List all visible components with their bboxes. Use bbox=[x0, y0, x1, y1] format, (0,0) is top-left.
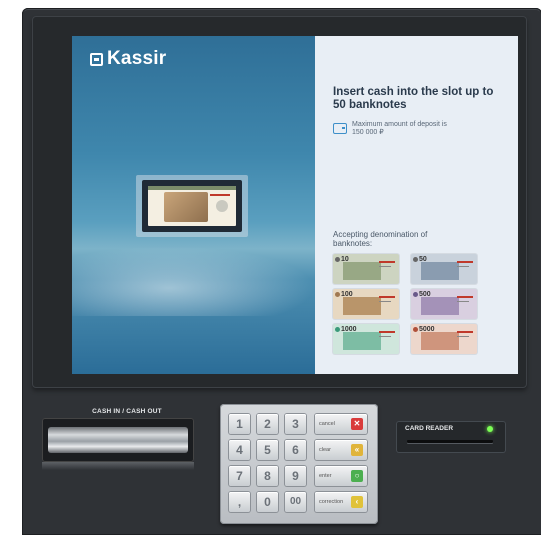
key-6[interactable]: 6 bbox=[285, 440, 306, 460]
banknote-500: 500 bbox=[411, 289, 477, 319]
correction-button[interactable]: correction ‹ bbox=[315, 492, 367, 512]
banknote-5000: 5000 bbox=[411, 324, 477, 354]
display-screen: Kassir Insert cash into the slot up to 5… bbox=[72, 36, 518, 374]
key-2[interactable]: 2 bbox=[257, 414, 278, 434]
banknote-10: 10 bbox=[333, 254, 399, 284]
key-3[interactable]: 3 bbox=[285, 414, 306, 434]
key-9[interactable]: 9 bbox=[285, 466, 306, 486]
cancel-icon: ✕ bbox=[351, 418, 363, 430]
key-8[interactable]: 8 bbox=[257, 466, 278, 486]
clear-icon: « bbox=[351, 444, 363, 456]
key-7[interactable]: 7 bbox=[229, 466, 250, 486]
cancel-button[interactable]: cancel ✕ bbox=[315, 414, 367, 434]
cash-slot[interactable] bbox=[42, 418, 194, 462]
instruction-title: Insert cash into the slot up to 50 bankn… bbox=[333, 86, 494, 111]
cash-slot-label: CASH IN / CASH OUT bbox=[92, 408, 162, 415]
enter-icon: ○ bbox=[351, 470, 363, 482]
key-5[interactable]: 5 bbox=[257, 440, 278, 460]
card-reader-label: CARD READER bbox=[405, 425, 454, 432]
key-4[interactable]: 4 bbox=[229, 440, 250, 460]
banknote-50: 50 bbox=[411, 254, 477, 284]
correction-icon: ‹ bbox=[351, 496, 363, 508]
pin-keypad: 1 2 3 4 5 6 7 8 9 , 0 00 cancel ✕ clear … bbox=[220, 404, 378, 524]
info-pane: Insert cash into the slot up to 50 bankn… bbox=[315, 36, 518, 374]
max-deposit-row: Maximum amount of deposit is 150 000 ₽ bbox=[333, 121, 452, 137]
key-comma[interactable]: , bbox=[229, 492, 250, 512]
accepting-label: Accepting denomination of banknotes: bbox=[333, 230, 428, 248]
hardware-panel: CASH IN / CASH OUT 1 2 3 4 5 6 7 8 9 , 0… bbox=[22, 388, 541, 535]
key-1[interactable]: 1 bbox=[229, 414, 250, 434]
wallet-icon bbox=[333, 123, 347, 134]
card-reader-led-icon bbox=[487, 426, 493, 432]
enter-button[interactable]: enter ○ bbox=[315, 466, 367, 486]
logo-icon bbox=[90, 52, 103, 66]
promo-pane: Kassir bbox=[72, 36, 315, 374]
screen-bezel: Kassir Insert cash into the slot up to 5… bbox=[32, 16, 527, 388]
key-0[interactable]: 0 bbox=[257, 492, 278, 512]
card-slot[interactable] bbox=[407, 440, 493, 443]
cash-roller bbox=[48, 427, 188, 453]
banknote-1000: 1000 bbox=[333, 324, 399, 354]
banknote-icon bbox=[148, 186, 236, 226]
banknote-100: 100 bbox=[333, 289, 399, 319]
max-deposit-text: Maximum amount of deposit is 150 000 ₽ bbox=[352, 121, 447, 136]
brand-logo: Kassir bbox=[90, 48, 166, 70]
clear-button[interactable]: clear « bbox=[315, 440, 367, 460]
brand-name: Kassir bbox=[107, 48, 167, 69]
key-00[interactable]: 00 bbox=[285, 492, 306, 512]
atm-kiosk: Kassir Insert cash into the slot up to 5… bbox=[22, 8, 541, 535]
